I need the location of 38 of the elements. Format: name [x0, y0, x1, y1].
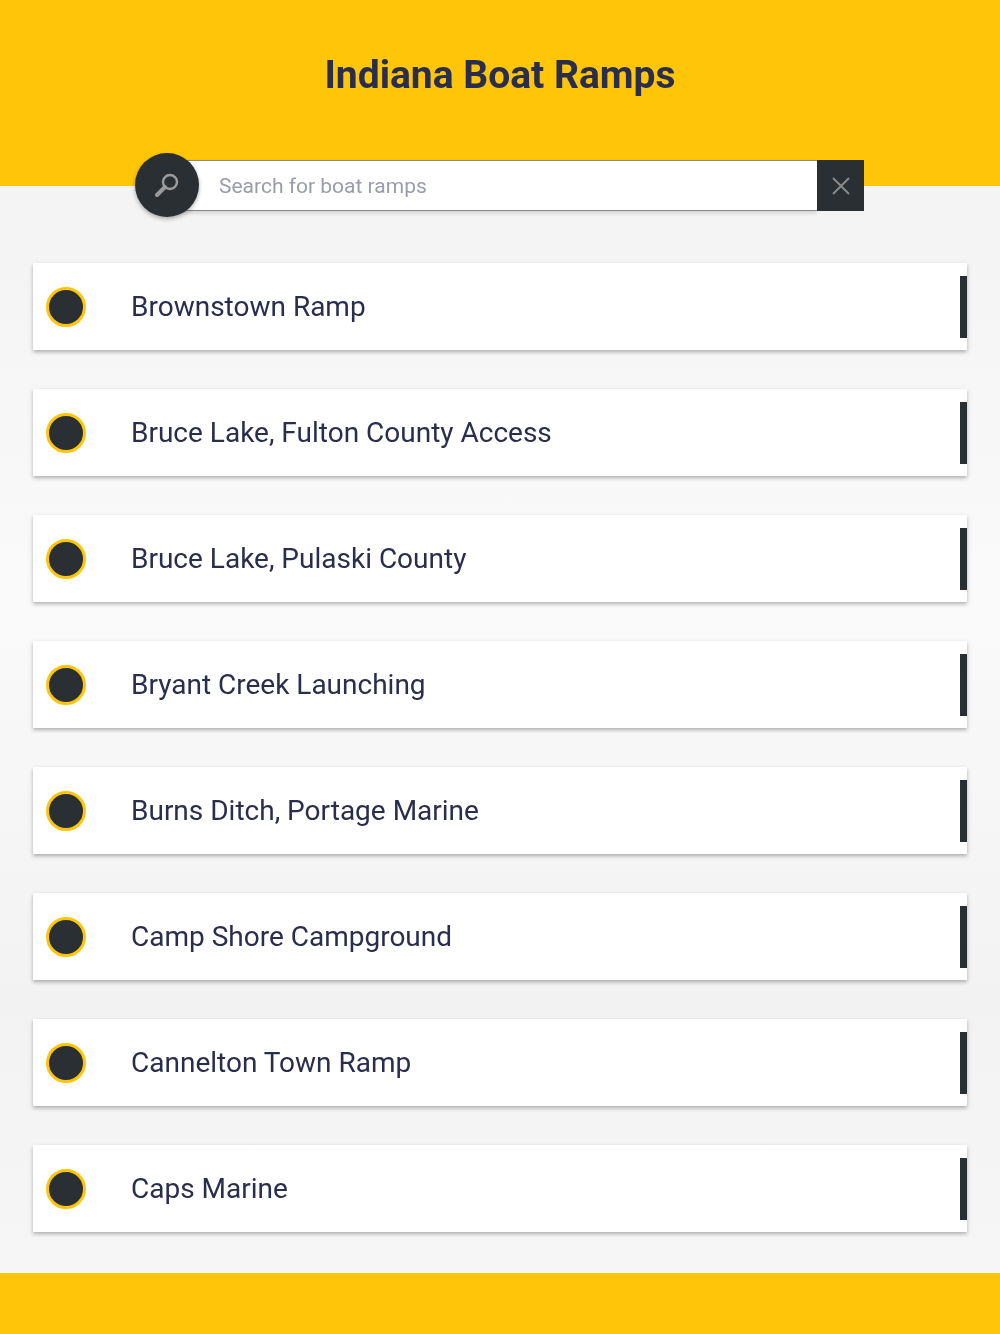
ramp-name: Caps Marine [131, 1172, 289, 1205]
ramp-list-item[interactable]: Cannelton Town Ramp [33, 1019, 967, 1106]
dot-icon [46, 412, 86, 453]
ramp-list-item[interactable]: Bruce Lake, Pulaski County [33, 515, 967, 602]
dot-icon [46, 1042, 86, 1083]
accent-bar [960, 905, 967, 968]
dot-icon [46, 916, 86, 957]
app-title: Indiana Boat Ramps [324, 51, 676, 100]
accent-bar [960, 527, 967, 590]
ramp-name: Camp Shore Campground [131, 920, 454, 953]
ramp-list-item[interactable]: Caps Marine [33, 1145, 967, 1232]
dot-icon [46, 286, 86, 327]
ramp-list-item[interactable]: Camp Shore Campground [33, 893, 967, 980]
ramp-list-item[interactable]: Bryant Creek Launching [33, 641, 967, 728]
ramp-name: Bryant Creek Launching [131, 668, 427, 701]
ramp-name: Burns Ditch, Portage Marine [131, 794, 480, 827]
accent-bar [960, 1157, 967, 1220]
dot-icon [46, 538, 86, 579]
ramp-name: Cannelton Town Ramp [131, 1046, 413, 1079]
accent-bar [960, 401, 967, 464]
ramp-list-item[interactable]: Brownstown Ramp [33, 263, 967, 350]
ramp-name: Brownstown Ramp [131, 290, 367, 323]
close-icon [831, 176, 850, 195]
ramp-list-item[interactable]: Bruce Lake, Fulton County Access [33, 389, 967, 476]
dot-icon [46, 790, 86, 831]
dot-icon [46, 1168, 86, 1209]
accent-bar [960, 779, 967, 842]
accent-bar [960, 275, 967, 338]
search-field[interactable]: Search for boat ramps [185, 160, 817, 211]
ramp-name: Bruce Lake, Fulton County Access [131, 416, 553, 449]
dot-icon [46, 664, 86, 705]
clear-button[interactable] [817, 160, 864, 211]
search-icon [154, 172, 180, 198]
ramp-name: Bruce Lake, Pulaski County [131, 542, 468, 575]
accent-bar [960, 1031, 967, 1094]
accent-bar [960, 653, 967, 716]
search-button[interactable] [135, 153, 199, 217]
ramp-list-item[interactable]: Burns Ditch, Portage Marine [33, 767, 967, 854]
